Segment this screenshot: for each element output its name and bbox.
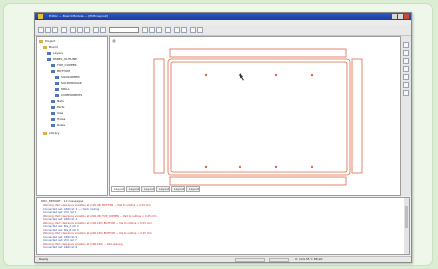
- top-edge-strip: [169, 48, 347, 58]
- mouse-cursor-icon: [240, 73, 244, 81]
- tab-layout-4[interactable]: Layout 4: [156, 186, 170, 192]
- maximize-button[interactable]: [398, 14, 403, 19]
- mounting-hole[interactable]: [274, 73, 278, 77]
- layer-icon: [47, 52, 51, 55]
- layer-icon: [51, 64, 55, 67]
- layer-icon: [55, 76, 59, 79]
- part-icon: [51, 106, 55, 109]
- status-segment: [269, 258, 289, 262]
- via-tool-icon[interactable]: [403, 74, 409, 80]
- title-bar: Editor — Board Module — [PCB Layout]: [35, 13, 411, 20]
- mounting-hole[interactable]: [310, 73, 314, 77]
- cut-icon[interactable]: [70, 27, 76, 33]
- cursor-coordinates: X: 124.35 Y: 88.20: [295, 257, 323, 261]
- layer-icon[interactable]: [174, 27, 180, 33]
- board-drawing: [112, 39, 363, 186]
- open-icon[interactable]: [45, 27, 51, 33]
- tab-layout-3[interactable]: Layout 3: [141, 186, 155, 192]
- mounting-hole[interactable]: [238, 165, 242, 169]
- close-button[interactable]: [404, 14, 409, 19]
- copy-icon[interactable]: [77, 27, 83, 33]
- select-tool-icon[interactable]: [403, 42, 409, 48]
- rule-icon: [51, 124, 55, 127]
- tab-layout-6[interactable]: Layout 6: [186, 186, 200, 192]
- tab-layout-1[interactable]: Layout 1: [111, 186, 125, 192]
- tab-layout-5[interactable]: Layout 5: [171, 186, 185, 192]
- mounting-hole[interactable]: [204, 165, 208, 169]
- project-tree: Project Board Layers PANEL_OUTLINE TOP_C…: [36, 36, 108, 196]
- layer-icon: [51, 70, 55, 73]
- folder-icon: [43, 132, 47, 135]
- scrollbar-thumb[interactable]: [405, 206, 408, 228]
- zoom-in-icon[interactable]: [142, 27, 148, 33]
- status-segment: [235, 258, 265, 262]
- output-panel: DRC_REPORT - 12 messages Warning: Part c…: [36, 197, 410, 255]
- line-tool-icon[interactable]: [403, 50, 409, 56]
- print-icon[interactable]: [61, 27, 67, 33]
- main-toolbar: [35, 25, 411, 36]
- folder-icon: [39, 40, 43, 43]
- app-icon: [38, 14, 43, 19]
- board-inner-outline: [170, 61, 348, 173]
- layer-icon: [47, 58, 51, 61]
- window-title: Editor — Board Module — [PCB Layout]: [49, 14, 108, 18]
- layer-icon: [55, 88, 59, 91]
- layer-icon: [55, 82, 59, 85]
- rect-tool-icon[interactable]: [403, 58, 409, 64]
- via-icon: [51, 112, 55, 115]
- route-icon[interactable]: [190, 27, 196, 33]
- net-icon: [51, 100, 55, 103]
- paste-icon[interactable]: [84, 27, 90, 33]
- redo-icon[interactable]: [100, 27, 106, 33]
- mounting-hole[interactable]: [204, 73, 208, 77]
- zoom-fit-icon[interactable]: [156, 27, 162, 33]
- zoom-out-icon[interactable]: [149, 27, 155, 33]
- measure-tool-icon[interactable]: [403, 90, 409, 96]
- layer-icon: [55, 94, 59, 97]
- new-icon[interactable]: [38, 27, 44, 33]
- tab-layout-2[interactable]: Layout 2: [126, 186, 140, 192]
- grid-icon[interactable]: [165, 27, 171, 33]
- properties-icon[interactable]: [181, 27, 187, 33]
- left-edge-strip: [153, 58, 165, 174]
- drc-icon[interactable]: [197, 27, 203, 33]
- drawing-toolbar: [401, 36, 411, 196]
- output-scrollbar[interactable]: [404, 198, 409, 254]
- app-window: Editor — Board Module — [PCB Layout] Fil…: [34, 12, 412, 263]
- arc-tool-icon[interactable]: [403, 66, 409, 72]
- board-outline[interactable]: [167, 58, 351, 176]
- output-line: Connected net: GND ref. 8: [43, 246, 78, 249]
- text-tool-icon[interactable]: [403, 82, 409, 88]
- origin-marker-icon: [112, 39, 116, 43]
- status-bar: Ready X: 124.35 Y: 88.20: [35, 256, 411, 262]
- mounting-hole[interactable]: [274, 165, 278, 169]
- status-text: Ready: [39, 257, 49, 261]
- minimize-button[interactable]: [392, 14, 397, 19]
- design-canvas[interactable]: [109, 36, 401, 196]
- bottom-edge-strip: [169, 176, 347, 186]
- save-icon[interactable]: [52, 27, 58, 33]
- mounting-hole[interactable]: [310, 165, 314, 169]
- layer-select[interactable]: [109, 27, 139, 33]
- output-header: DRC_REPORT - 12 messages: [41, 199, 84, 203]
- hole-icon: [51, 118, 55, 121]
- undo-icon[interactable]: [93, 27, 99, 33]
- folder-icon: [43, 46, 47, 49]
- right-edge-strip: [351, 58, 363, 174]
